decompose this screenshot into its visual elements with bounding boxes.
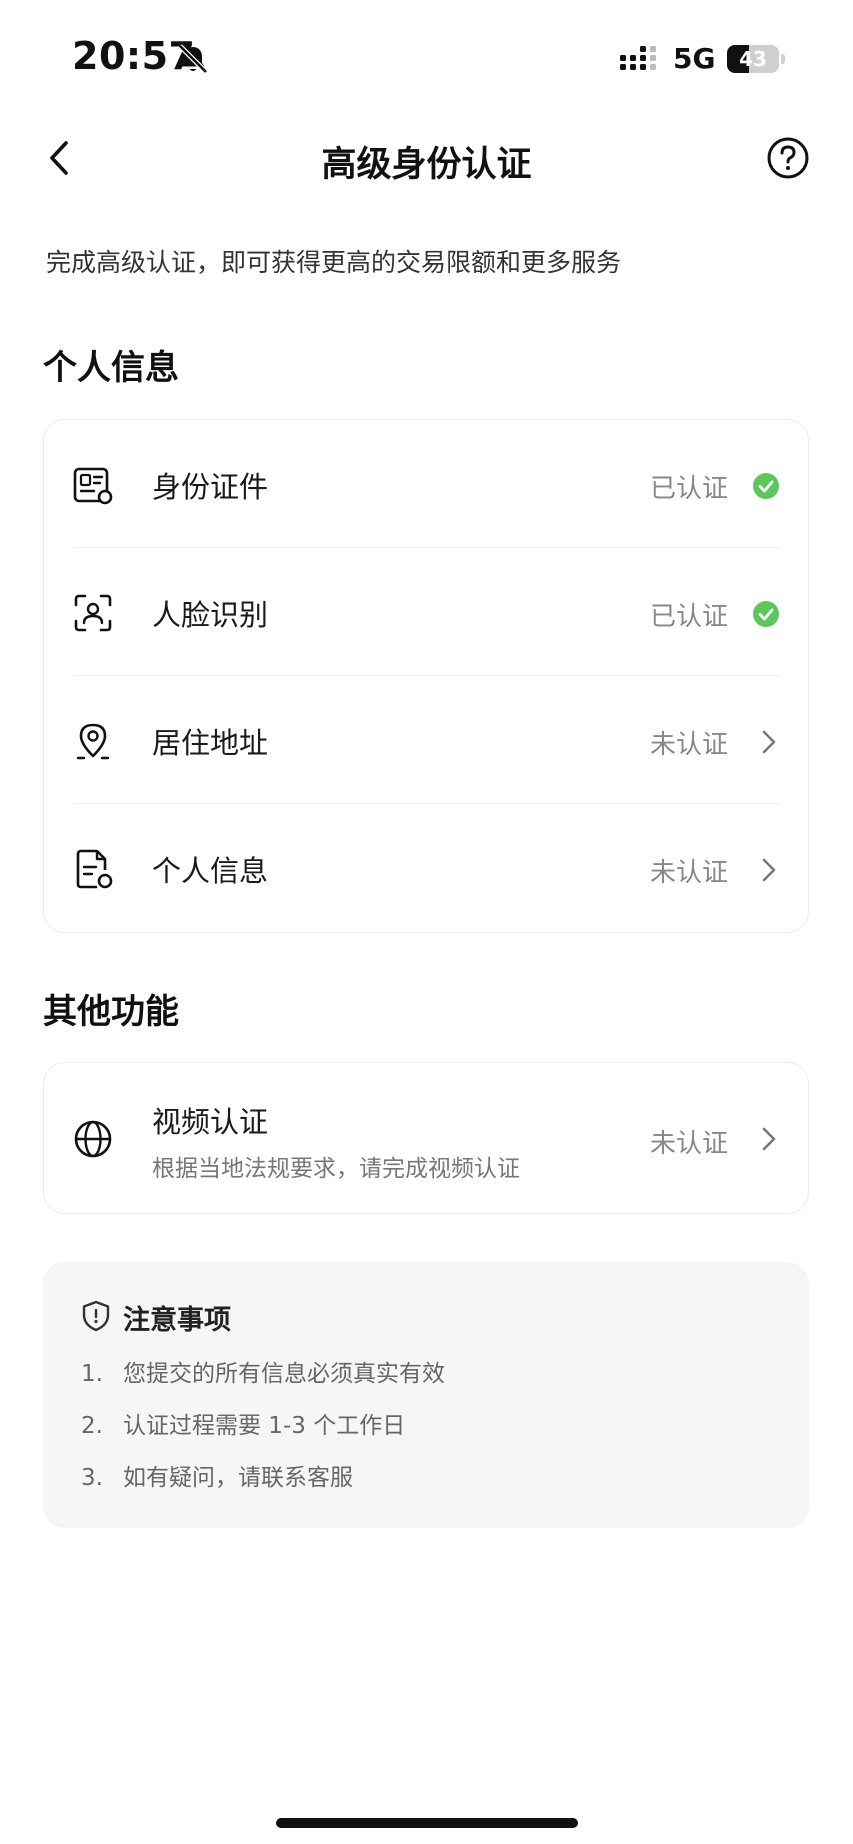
video-verification-title: 视频认证 [152, 1105, 269, 1139]
network-label: 5G [673, 42, 716, 75]
row-status: 已认证 [649, 474, 728, 504]
row-status: 未认证 [649, 858, 728, 888]
section-title-personal: 个人信息 [43, 348, 179, 388]
id-card-icon [73, 467, 113, 505]
location-pin-icon [76, 723, 110, 760]
chevron-right-icon [762, 1127, 776, 1151]
signal-icon [620, 46, 656, 70]
notice-box: 注意事项 1. 您提交的所有信息必须真实有效 2. 认证过程需要 1-3 个工作日 … [43, 1262, 809, 1528]
row-status: 未认证 [649, 730, 728, 760]
notice-title: 注意事项 [123, 1305, 231, 1336]
row-face-recognition[interactable]: 人脸识别 已认证 [44, 548, 810, 676]
chevron-right-icon [762, 858, 776, 882]
row-video-verification[interactable]: 视频认证 根据当地法规要求，请完成视频认证 未认证 [44, 1063, 810, 1215]
globe-icon [74, 1120, 112, 1158]
row-label: 居住地址 [152, 726, 269, 760]
page-subtitle: 完成高级认证，即可获得更高的交易限额和更多服务 [46, 248, 622, 277]
other-functions-card: 视频认证 根据当地法规要求，请完成视频认证 未认证 [43, 1062, 809, 1214]
notice-item: 2. 认证过程需要 1-3 个工作日 [81, 1413, 406, 1439]
home-indicator[interactable] [276, 1818, 578, 1828]
help-icon[interactable] [766, 136, 810, 180]
row-status: 已认证 [649, 602, 728, 632]
battery-icon: 43 [727, 45, 785, 73]
video-verification-description: 根据当地法规要求，请完成视频认证 [152, 1156, 520, 1182]
bell-muted-icon [178, 44, 208, 74]
document-icon [76, 849, 113, 889]
notice-item: 1. 您提交的所有信息必须真实有效 [81, 1361, 445, 1387]
chevron-right-icon [762, 730, 776, 754]
row-status: 未认证 [649, 1129, 728, 1159]
row-id-document[interactable]: 身份证件 已认证 [44, 420, 810, 548]
check-circle-icon [753, 473, 779, 499]
status-bar: 20:57 5G 43 [0, 0, 853, 118]
row-residential-address[interactable]: 居住地址 未认证 [44, 676, 810, 804]
row-label: 个人信息 [152, 854, 269, 888]
page-title: 高级身份认证 [321, 145, 532, 185]
check-circle-icon [753, 601, 779, 627]
row-label: 人脸识别 [152, 598, 269, 632]
section-title-other: 其他功能 [43, 992, 179, 1032]
notice-item: 3. 如有疑问，请联系客服 [81, 1465, 353, 1491]
row-label: 身份证件 [152, 470, 269, 504]
row-personal-info[interactable]: 个人信息 未认证 [44, 804, 810, 932]
personal-info-card: 身份证件 已认证 人脸识别 已认证 居住地址 未认证 个人信息 未认证 [43, 419, 809, 933]
battery-level: 43 [739, 47, 767, 71]
nav-bar: 高级身份认证 [0, 118, 853, 198]
face-scan-icon [74, 594, 112, 632]
shield-icon [82, 1300, 110, 1332]
